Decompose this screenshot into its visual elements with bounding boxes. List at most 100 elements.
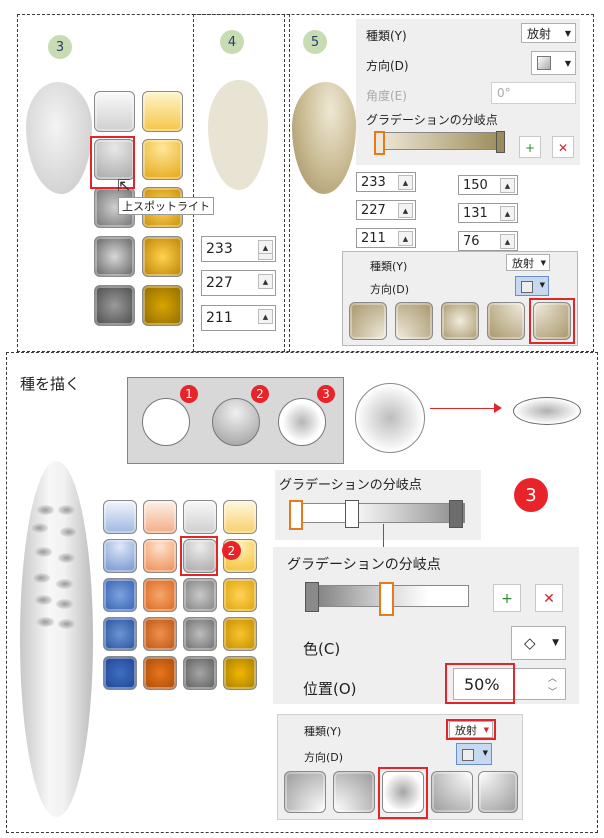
- gradient-tile[interactable]: [223, 617, 257, 651]
- spin-icon[interactable]: ▲: [398, 175, 413, 190]
- gradient-tile[interactable]: [183, 656, 217, 690]
- spin-icon[interactable]: ▲: [500, 206, 515, 221]
- gradient-tile[interactable]: [94, 285, 135, 326]
- direction-tile[interactable]: [441, 302, 479, 340]
- gradient-tile[interactable]: [143, 617, 177, 651]
- direction-tile[interactable]: [431, 771, 473, 813]
- direction-tile[interactable]: [333, 771, 375, 813]
- gradient-tile[interactable]: [94, 236, 135, 277]
- value: 76: [463, 233, 480, 249]
- gradient-stop-middle[interactable]: [345, 500, 359, 528]
- seed-dimple: [58, 505, 76, 515]
- gradient-gallery-bottom: [100, 498, 270, 694]
- red-value-field-2[interactable]: 233 ▲: [356, 172, 416, 192]
- gradient-tile[interactable]: [142, 285, 183, 326]
- direction-tile[interactable]: [349, 302, 387, 340]
- gradient-tile[interactable]: [183, 578, 217, 612]
- gradient-tile[interactable]: [103, 656, 137, 690]
- direction-tile[interactable]: [284, 771, 326, 813]
- spin-icon[interactable]: ▲: [500, 178, 515, 193]
- green-value-field[interactable]: 227 ▲: [201, 270, 276, 296]
- gradient-tile[interactable]: [223, 500, 257, 534]
- gradient-stop-left[interactable]: [289, 500, 303, 530]
- spin-down-icon[interactable]: [258, 253, 273, 260]
- chevron-down-icon: ▼: [564, 58, 571, 68]
- gradient-tile[interactable]: [183, 500, 217, 534]
- gradient-tile[interactable]: [94, 91, 135, 132]
- stops-label: グラデーションの分岐点: [366, 113, 498, 127]
- arrow-head-icon: [494, 403, 502, 413]
- red-value-field-3[interactable]: 150 ▲: [458, 175, 518, 195]
- remove-stop-icon[interactable]: ✕: [535, 584, 563, 612]
- seed-steps-box: 1 2 3: [127, 377, 344, 464]
- chevron-down-icon: ▼: [564, 28, 571, 38]
- direction-tile[interactable]: [478, 771, 518, 813]
- type-highlight: [446, 719, 496, 740]
- gradient-tile[interactable]: [103, 539, 137, 573]
- add-stop-icon[interactable]: +: [519, 136, 541, 158]
- gradient-tile[interactable]: [223, 656, 257, 690]
- remove-stop-icon[interactable]: ✕: [552, 136, 574, 158]
- gradient-tile[interactable]: [143, 656, 177, 690]
- blue-value: 211: [206, 310, 233, 326]
- blue-value-field[interactable]: 211 ▲: [201, 305, 276, 331]
- blue-value-field-3[interactable]: 76 ▲: [458, 231, 518, 251]
- gradient-tile[interactable]: [103, 617, 137, 651]
- gradient-stop-bar[interactable]: [380, 132, 502, 150]
- direction-tile[interactable]: [395, 302, 433, 340]
- green-value-field-3[interactable]: 131 ▲: [458, 203, 518, 223]
- gradient-tile[interactable]: [183, 617, 217, 651]
- spin-up-icon[interactable]: ︿: [548, 671, 557, 684]
- spin-down-icon[interactable]: ﹀: [548, 685, 557, 698]
- gradient-tile[interactable]: [143, 578, 177, 612]
- big-step-badge-3: 3: [514, 478, 548, 512]
- color-picker-button[interactable]: ◇ ▼: [511, 626, 566, 660]
- seed-circle-white: [142, 398, 190, 446]
- direction-dropdown[interactable]: ▼: [531, 51, 576, 75]
- seed-dimple: [58, 553, 76, 563]
- spin-up-icon[interactable]: ▲: [258, 309, 273, 324]
- spin-icon[interactable]: ▲: [500, 234, 515, 249]
- gradient-format-panel: 種類(Y) 放射 ▼ 方向(D) ▼ 角度(E) 0° グラデーションの分岐点 …: [356, 19, 580, 165]
- direction-dropdown[interactable]: ▼: [515, 276, 549, 296]
- seed-circle-radial: [278, 398, 326, 446]
- seed-dimple: [56, 579, 74, 589]
- direction-preview-icon: [537, 56, 551, 70]
- value: 211: [361, 230, 386, 246]
- chevron-down-icon: ▼: [540, 258, 546, 267]
- direction-tile[interactable]: [487, 302, 525, 340]
- spin-icon[interactable]: ▲: [398, 203, 413, 218]
- gradient-stop-right[interactable]: [449, 500, 463, 528]
- add-stop-icon[interactable]: +: [493, 584, 521, 612]
- gradient-stop-left[interactable]: [374, 131, 385, 155]
- section-title: 種を描く: [20, 375, 81, 393]
- chevron-down-icon: ▼: [552, 638, 559, 648]
- gradient-stop-bar[interactable]: [295, 503, 465, 523]
- blue-value-field-2[interactable]: 211 ▲: [356, 228, 416, 248]
- angle-label: 角度(E): [366, 89, 407, 103]
- type-dropdown[interactable]: 放射 ▼: [506, 254, 550, 271]
- gradient-tile[interactable]: [142, 236, 183, 277]
- gradient-tile[interactable]: [103, 500, 137, 534]
- gradient-tile[interactable]: [143, 500, 177, 534]
- type-dropdown[interactable]: 放射 ▼: [521, 23, 576, 43]
- direction-label: 方向(D): [304, 751, 344, 764]
- gradient-stop-right[interactable]: [496, 131, 505, 153]
- gradient-tile[interactable]: [142, 139, 183, 180]
- green-value-field-2[interactable]: 227 ▲: [356, 200, 416, 220]
- direction-label: 方向(D): [366, 59, 409, 73]
- spin-up-icon[interactable]: ▲: [258, 274, 273, 289]
- gradient-stop-left[interactable]: [305, 582, 319, 612]
- gradient-stops-panel-small: グラデーションの分岐点: [275, 470, 481, 540]
- red-value-field[interactable]: 233 ▲: [201, 236, 276, 262]
- seed-dimple: [32, 573, 50, 583]
- gradient-stop-selected[interactable]: [379, 582, 394, 616]
- direction-panel-bottom: 種類(Y) 放射 ▼ 方向(D) ▼: [277, 714, 523, 820]
- gradient-tile[interactable]: [143, 539, 177, 573]
- tooltip: 上スポットライト: [118, 197, 214, 215]
- spin-icon[interactable]: ▲: [398, 231, 413, 246]
- gradient-tile[interactable]: [103, 578, 137, 612]
- gradient-tile[interactable]: [223, 578, 257, 612]
- direction-dropdown[interactable]: ▼: [456, 743, 492, 765]
- gradient-tile[interactable]: [142, 91, 183, 132]
